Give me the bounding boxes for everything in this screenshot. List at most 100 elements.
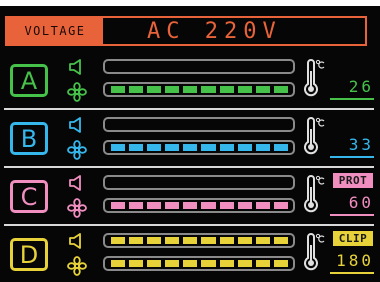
channel-a: A 26: [0, 52, 380, 108]
channel-a-fan-meter: [103, 82, 295, 97]
channel-d-fan-meter: [103, 256, 295, 271]
channel-c-status-badge: PROT: [333, 173, 373, 188]
meter-segment: [201, 63, 215, 70]
meter-segment: [129, 260, 144, 267]
meter-segment: [201, 121, 215, 128]
meter-segment: [183, 202, 198, 209]
meter-segment: [147, 86, 162, 93]
meter-segment: [273, 86, 288, 93]
channel-a-temperature: 26: [348, 77, 374, 96]
meter-segment: [111, 179, 125, 186]
meter-segment: [165, 202, 180, 209]
speaker-icon: [68, 175, 86, 191]
meter-segment: [129, 179, 143, 186]
meter-segment: [201, 179, 215, 186]
meter-segment: [273, 260, 288, 267]
meter-segment: [165, 86, 180, 93]
meter-segment: [255, 237, 270, 244]
meter-segment: [111, 63, 125, 70]
meter-segment: [237, 260, 252, 267]
fan-icon: [67, 198, 87, 218]
meter-segment: [111, 260, 126, 267]
meter-segment: [165, 260, 180, 267]
meter-segment: [238, 121, 252, 128]
fan-icon: [67, 140, 87, 160]
speaker-icon: [68, 117, 86, 133]
meter-segment: [219, 86, 234, 93]
meter-segment: [147, 237, 162, 244]
meter-segment: [274, 121, 288, 128]
voltage-display: VOLTAGE AC 220V: [5, 16, 367, 46]
meter-segment: [111, 121, 125, 128]
meter-segment: [256, 63, 270, 70]
channel-a-label: A: [10, 64, 48, 97]
meter-segment: [183, 260, 198, 267]
temperature-underline: [330, 272, 374, 274]
meter-segment: [237, 86, 252, 93]
meter-segment: [220, 121, 234, 128]
meter-segment: [111, 237, 126, 244]
meter-segment: [165, 63, 179, 70]
fan-icon: [67, 82, 87, 102]
channel-c-fan-meter: [103, 198, 295, 213]
meter-segment: [237, 144, 252, 151]
meter-segment: [129, 202, 144, 209]
channel-b: B 33: [0, 110, 380, 166]
meter-segment: [111, 144, 126, 151]
meter-segment: [219, 237, 234, 244]
thermometer-icon: [303, 59, 325, 99]
speaker-icon: [68, 59, 86, 75]
meter-segment: [165, 121, 179, 128]
thermometer-icon: [303, 175, 325, 215]
meter-segment: [255, 144, 270, 151]
fan-icon: [67, 256, 87, 276]
meter-segment: [147, 63, 161, 70]
meter-segment: [219, 202, 234, 209]
meter-segment: [255, 202, 270, 209]
meter-segment: [238, 63, 252, 70]
meter-segment: [147, 179, 161, 186]
channel-b-temperature: 33: [348, 135, 374, 154]
meter-segment: [129, 144, 144, 151]
channel-d-signal-meter: [103, 233, 295, 248]
temperature-underline: [330, 98, 374, 100]
meter-segment: [273, 144, 288, 151]
temperature-underline: [330, 156, 374, 158]
meter-segment: [111, 202, 126, 209]
meter-segment: [274, 63, 288, 70]
meter-segment: [147, 121, 161, 128]
channel-c-temperature: 60: [348, 193, 374, 212]
meter-segment: [129, 237, 144, 244]
meter-segment: [238, 179, 252, 186]
amplifier-status-panel: VOLTAGE AC 220V A 26 B 33 C PROT 60 D CL…: [0, 6, 380, 282]
channel-a-signal-meter: [103, 59, 295, 74]
meter-segment: [273, 202, 288, 209]
thermometer-icon: [303, 117, 325, 157]
channel-d-temperature: 180: [336, 251, 374, 270]
meter-segment: [201, 260, 216, 267]
voltage-value: AC 220V: [147, 18, 282, 44]
voltage-label: VOLTAGE: [7, 18, 103, 44]
channel-c-signal-meter: [103, 175, 295, 190]
meter-segment: [256, 121, 270, 128]
channel-d: D CLIP 180: [0, 226, 380, 282]
meter-segment: [111, 86, 126, 93]
meter-segment: [165, 237, 180, 244]
meter-segment: [220, 63, 234, 70]
temperature-underline: [330, 214, 374, 216]
speaker-icon: [68, 233, 86, 249]
meter-segment: [165, 179, 179, 186]
meter-segment: [201, 237, 216, 244]
meter-segment: [183, 179, 197, 186]
meter-segment: [201, 86, 216, 93]
meter-segment: [274, 179, 288, 186]
meter-segment: [129, 121, 143, 128]
meter-segment: [220, 179, 234, 186]
meter-segment: [147, 260, 162, 267]
channel-c: C PROT 60: [0, 168, 380, 224]
meter-segment: [273, 237, 288, 244]
thermometer-icon: [303, 233, 325, 273]
channel-b-label: B: [10, 122, 48, 155]
meter-segment: [147, 202, 162, 209]
channel-d-status-badge: CLIP: [333, 231, 373, 246]
